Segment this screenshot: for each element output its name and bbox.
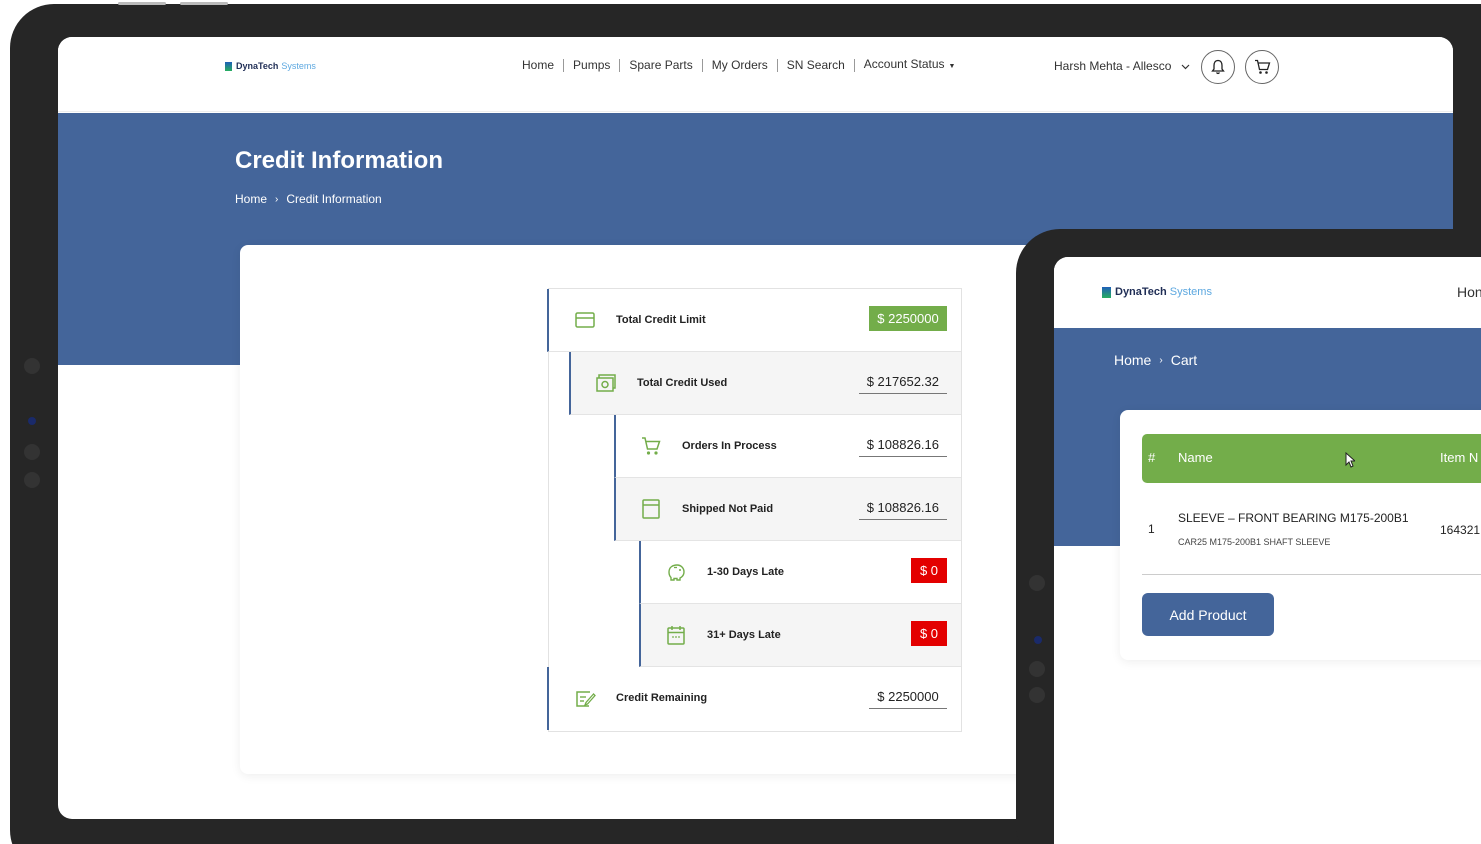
chevron-down-icon — [1181, 64, 1190, 70]
credit-card-icon — [575, 312, 595, 328]
credit-row-total-used: Total Credit Used $ 217652.32 — [569, 352, 961, 415]
breadcrumb-home[interactable]: Home — [1114, 352, 1151, 368]
mouse-cursor-icon — [1345, 452, 1355, 468]
document-icon — [642, 499, 660, 519]
logo-sub: Systems — [281, 61, 316, 71]
breadcrumb-home[interactable]: Home — [235, 192, 267, 206]
chevron-right-icon: › — [1159, 354, 1163, 366]
table-row[interactable]: 1 SLEEVE – FRONT BEARING M175-200B1 CAR2… — [1142, 483, 1481, 575]
row-index: 1 — [1148, 522, 1155, 536]
credit-label: Total Credit Used — [637, 377, 728, 389]
add-product-button[interactable]: Add Product — [1142, 593, 1274, 636]
camera-dot — [24, 472, 40, 488]
credit-value: $ 0 — [911, 621, 947, 646]
breadcrumb-current: Cart — [1170, 352, 1198, 368]
credit-row-orders-in-process: Orders In Process $ 108826.16 — [614, 415, 961, 478]
credit-label: 1-30 Days Late — [707, 566, 785, 578]
tablet-frame-front: DynaTech Systems Hon Home › Cart # Name … — [1016, 229, 1481, 844]
breadcrumb: Home › Credit Information — [235, 192, 382, 206]
cart-table-header: # Name Item N — [1142, 434, 1481, 483]
credit-label: Credit Remaining — [616, 692, 708, 704]
logo-mark-icon — [225, 61, 232, 71]
camera-dot — [1029, 687, 1045, 703]
nav-my-orders[interactable]: My Orders — [703, 59, 778, 72]
cart-icon — [642, 437, 661, 455]
product-description: CAR25 M175-200B1 SHAFT SLEEVE — [1178, 537, 1331, 547]
user-menu[interactable]: Harsh Mehta - Allesco — [1054, 59, 1190, 73]
credit-row-total-limit: Total Credit Limit $ 2250000 — [547, 289, 961, 352]
camera-dot — [24, 444, 40, 460]
credit-row-1-30-days-late: 1-30 Days Late $ 0 — [639, 541, 961, 604]
credit-value: $ 2250000 — [869, 684, 947, 709]
credit-label: Orders In Process — [682, 440, 777, 452]
brand-logo[interactable]: DynaTech Systems — [1102, 286, 1212, 298]
notifications-button[interactable] — [1201, 50, 1235, 84]
nav-account-status-label: Account Status — [863, 57, 945, 71]
chevron-right-icon: › — [275, 193, 279, 205]
credit-value: $ 217652.32 — [858, 369, 947, 394]
nav-spare-parts[interactable]: Spare Parts — [620, 59, 703, 72]
cart-screen: DynaTech Systems Hon Home › Cart # Name … — [1054, 257, 1481, 844]
cart-button[interactable] — [1245, 50, 1279, 84]
caret-down-icon: ▼ — [948, 63, 956, 70]
calendar-icon — [667, 626, 685, 645]
nav-home[interactable]: Home — [513, 59, 565, 72]
tablet-button — [180, 2, 228, 5]
item-number: 164321 — [1440, 523, 1481, 537]
credit-value: $ 2250000 — [869, 306, 947, 331]
piggy-bank-icon — [668, 564, 685, 581]
header-name: Name — [1178, 450, 1213, 465]
sensor-dot — [28, 417, 36, 425]
camera-dot — [1029, 575, 1045, 591]
breadcrumb-current: Credit Information — [286, 192, 382, 206]
credit-value: $ 108826.16 — [858, 495, 947, 520]
brand-logo[interactable]: DynaTech Systems — [225, 61, 316, 71]
credit-table: Total Credit Limit $ 2250000 Total Credi… — [547, 288, 962, 732]
cash-icon — [596, 374, 616, 392]
cart-icon — [1254, 59, 1270, 74]
camera-dot — [1029, 661, 1045, 677]
top-navbar: DynaTech Systems Hon — [1054, 257, 1481, 328]
logo-sub: Systems — [1169, 286, 1212, 298]
mockup-stage: DynaTech Systems Home Pumps Spare Parts … — [0, 0, 1481, 844]
header-item-no: Item N — [1440, 450, 1479, 465]
user-name: Harsh Mehta - Allesco — [1054, 59, 1172, 73]
cart-card: # Name Item N 1 SLEEVE – FRONT BEARING M… — [1120, 410, 1481, 660]
page-title: Credit Information — [235, 147, 443, 174]
sensor-dot — [1034, 636, 1042, 644]
credit-row-remaining: Credit Remaining $ 2250000 — [547, 667, 961, 730]
credit-value: $ 108826.16 — [858, 432, 947, 457]
credit-label: 31+ Days Late — [707, 629, 781, 641]
tablet-button — [118, 2, 166, 5]
credit-value: $ 0 — [911, 558, 947, 583]
top-navbar: DynaTech Systems Home Pumps Spare Parts … — [58, 37, 1453, 112]
nav-pumps[interactable]: Pumps — [564, 59, 621, 72]
credit-row-shipped-not-paid: Shipped Not Paid $ 108826.16 — [614, 478, 961, 541]
product-name: SLEEVE – FRONT BEARING M175-200B1 — [1178, 511, 1409, 525]
nav-home[interactable]: Hon — [1457, 284, 1481, 300]
logo-mark-icon — [1102, 286, 1111, 298]
bell-icon — [1211, 59, 1225, 75]
logo-brand: DynaTech — [1115, 286, 1167, 298]
logo-brand: DynaTech — [236, 61, 279, 71]
header-index: # — [1148, 450, 1156, 465]
nav-sn-search[interactable]: SN Search — [778, 59, 855, 72]
main-menu: Home Pumps Spare Parts My Orders SN Sear… — [513, 58, 964, 73]
credit-label: Total Credit Limit — [616, 314, 706, 326]
edit-note-icon — [576, 691, 596, 707]
credit-label: Shipped Not Paid — [682, 503, 774, 515]
credit-row-31-days-late: 31+ Days Late $ 0 — [639, 604, 961, 667]
camera-dot — [24, 358, 40, 374]
nav-account-status[interactable]: Account Status ▼ — [855, 58, 965, 73]
breadcrumb: Home › Cart — [1114, 352, 1197, 368]
